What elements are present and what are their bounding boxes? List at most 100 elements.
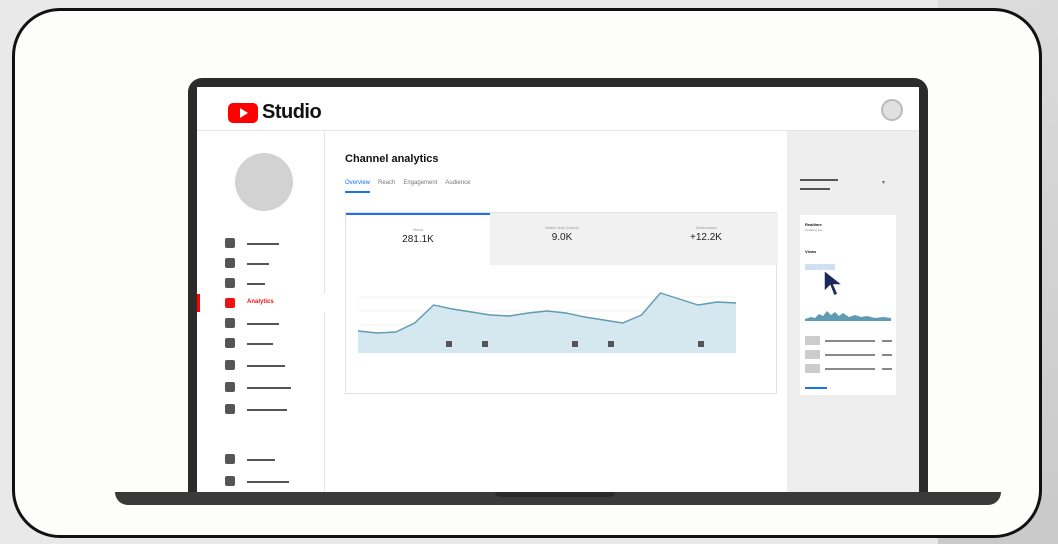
tab-audience[interactable]: Audience — [445, 180, 470, 193]
metric-views[interactable]: Views 281.1K — [346, 213, 490, 265]
metric-value: +12.2K — [690, 232, 722, 243]
video-marker[interactable] — [608, 341, 614, 347]
youtube-play-icon — [228, 102, 258, 123]
app-title: Studio — [262, 101, 322, 123]
data-point — [508, 315, 510, 317]
data-point — [546, 310, 548, 312]
realtime-card: Realtime Updating live Views — [800, 215, 896, 395]
playlists-icon — [225, 278, 235, 288]
metric-value: 9.0K — [551, 232, 573, 243]
gear-icon — [225, 454, 235, 464]
dollar-icon — [225, 360, 235, 370]
label-placeholder — [247, 481, 289, 483]
content-icon — [225, 258, 235, 268]
video-count-placeholder — [882, 354, 892, 356]
main-content: Channel analytics Overview Reach Engagem… — [325, 131, 785, 493]
period-selector-placeholder[interactable] — [800, 188, 830, 190]
label-placeholder — [247, 459, 275, 461]
video-title-placeholder — [825, 368, 875, 370]
chevron-down-icon[interactable]: ▾ — [882, 179, 885, 186]
studio-logo[interactable]: Studio — [228, 101, 322, 124]
laptop-base — [115, 492, 1001, 505]
data-point — [565, 312, 567, 314]
video-title-placeholder — [825, 340, 875, 342]
metric-watch-time[interactable]: Watch time (hours) 9.0K — [490, 213, 634, 265]
tab-bar: Overview Reach Engagement Audience — [345, 180, 470, 193]
metric-label: Subscribers — [695, 225, 717, 230]
sidebar-item-feedback[interactable] — [197, 472, 325, 490]
sidebar-item-audio-library[interactable] — [197, 400, 325, 418]
channel-avatar[interactable] — [235, 153, 293, 211]
realtime-bars — [805, 311, 891, 321]
analytics-icon — [225, 298, 235, 308]
sidebar-item-comments[interactable] — [197, 314, 325, 332]
top-bar: Studio — [197, 87, 919, 131]
tab-engagement[interactable]: Engagement — [403, 180, 437, 193]
label-placeholder — [247, 323, 279, 325]
sidebar-item-settings[interactable] — [197, 450, 325, 468]
label-placeholder — [247, 365, 285, 367]
video-count-placeholder — [882, 368, 892, 370]
metric-value: 281.1K — [402, 234, 434, 245]
video-marker[interactable] — [482, 341, 488, 347]
sidebar-item-subtitles[interactable] — [197, 334, 325, 352]
data-point — [395, 331, 397, 333]
metric-subscribers[interactable]: Subscribers +12.2K — [634, 213, 778, 265]
data-point — [451, 308, 454, 310]
video-frame: Studio Analytics Channel analytics Overv… — [12, 8, 1042, 538]
data-point — [678, 298, 680, 300]
data-point — [433, 304, 435, 306]
analytics-card: Views 281.1K Watch time (hours) 9.0K Sub… — [345, 212, 778, 394]
account-avatar-icon[interactable] — [881, 99, 903, 121]
laptop: Studio Analytics Channel analytics Overv… — [188, 78, 928, 493]
sidebar-item-playlists[interactable] — [197, 274, 325, 292]
data-point — [527, 312, 529, 314]
sidebar-item-customization[interactable] — [197, 378, 325, 396]
right-panel: ▾ Realtime Updating live Views — [787, 131, 919, 493]
video-markers — [358, 341, 736, 351]
comments-icon — [225, 318, 235, 328]
sidebar-item-label: Analytics — [247, 299, 274, 305]
audio-library-icon — [225, 404, 235, 414]
label-placeholder — [247, 343, 273, 345]
video-marker[interactable] — [698, 341, 704, 347]
metric-label: Watch time (hours) — [545, 225, 579, 230]
sidebar-item-analytics[interactable]: Analytics — [197, 294, 325, 312]
video-title-placeholder — [825, 354, 875, 356]
video-thumbnail[interactable] — [805, 350, 820, 359]
video-count-placeholder — [882, 340, 892, 342]
tab-overview[interactable]: Overview — [345, 180, 371, 193]
data-point — [376, 332, 378, 334]
data-point — [659, 292, 661, 294]
laptop-screen: Studio Analytics Channel analytics Overv… — [197, 87, 919, 493]
label-placeholder — [247, 263, 269, 265]
magic-wand-icon — [225, 382, 235, 392]
data-point — [584, 316, 586, 318]
data-point — [603, 319, 605, 321]
realtime-title: Realtime — [805, 222, 822, 227]
realtime-section: Views — [805, 249, 817, 254]
video-marker[interactable] — [572, 341, 578, 347]
see-more-link[interactable] — [805, 387, 827, 389]
data-point — [414, 322, 416, 324]
data-point — [716, 301, 718, 303]
data-point — [640, 314, 643, 316]
label-placeholder — [247, 387, 291, 389]
realtime-subtitle: Updating live — [805, 228, 823, 232]
video-marker[interactable] — [446, 341, 452, 347]
laptop-notch — [495, 492, 615, 497]
mouse-pointer-icon — [823, 268, 846, 298]
sidebar-item-content[interactable] — [197, 254, 325, 272]
label-placeholder — [247, 283, 265, 285]
sidebar-item-earn[interactable] — [197, 356, 325, 374]
data-point — [489, 314, 491, 316]
sidebar-item-dashboard[interactable] — [197, 234, 325, 252]
data-point — [622, 322, 624, 324]
video-thumbnail[interactable] — [805, 336, 820, 345]
label-placeholder — [247, 243, 279, 245]
dashboard-icon — [225, 238, 235, 248]
period-selector-placeholder[interactable] — [800, 179, 838, 181]
tab-reach[interactable]: Reach — [378, 180, 395, 193]
metric-label: Views — [412, 227, 424, 232]
video-thumbnail[interactable] — [805, 364, 820, 373]
